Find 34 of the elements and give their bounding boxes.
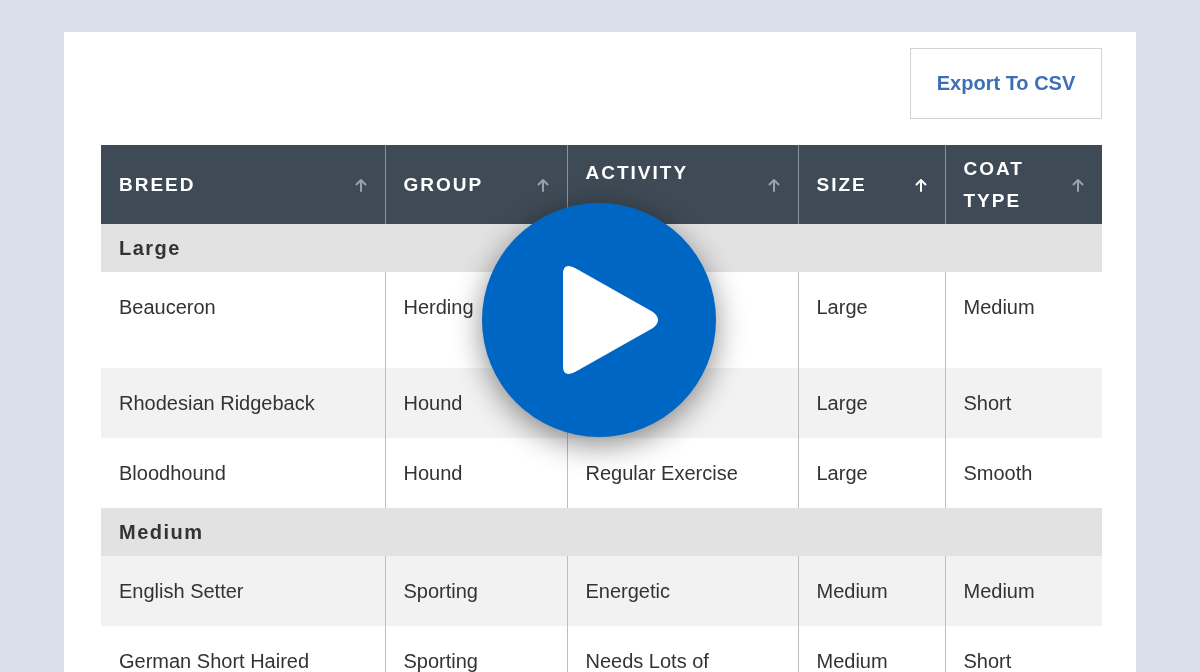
table-cell: Hound (385, 438, 567, 508)
column-header[interactable]: GROUP (385, 145, 567, 224)
table-cell: Medium (798, 556, 945, 626)
table-cell: Medium (945, 272, 1102, 368)
table-cell: Large (798, 438, 945, 508)
table-cell: Rhodesian Ridgeback (101, 368, 385, 438)
group-label: Large (119, 236, 181, 259)
table-cell: Regular Exercise (567, 438, 798, 508)
column-label: COAT TYPE (963, 156, 1025, 213)
column-header[interactable]: SIZE (798, 145, 945, 224)
table-cell: German Short Haired (101, 626, 385, 672)
column-label: SIZE (816, 172, 867, 197)
column-header[interactable]: COAT TYPE (945, 145, 1102, 224)
group-label: Medium (119, 520, 204, 543)
column-header[interactable]: ACTIVITY (567, 145, 798, 224)
table-cell: Short (945, 626, 1102, 672)
table-cell: Bloodhound (101, 438, 385, 508)
table-cell: Medium (798, 626, 945, 672)
table-cell: Beauceron (101, 272, 385, 368)
table-cell: Short (945, 368, 1102, 438)
table-cell: Medium (945, 556, 1102, 626)
export-csv-button[interactable]: Export To CSV (910, 48, 1102, 119)
table-cell: Energetic (567, 556, 798, 626)
table-cell: Large (798, 368, 945, 438)
column-label: GROUP (403, 172, 484, 197)
table-cell: English Setter (101, 556, 385, 626)
table-cell: Sporting (385, 556, 567, 626)
table-cell: Smooth (945, 438, 1102, 508)
column-header[interactable]: BREED (101, 145, 385, 224)
table-cell: Needs Lots of (567, 626, 798, 672)
column-label: ACTIVITY (585, 160, 689, 185)
table-cell: Sporting (385, 626, 567, 672)
table-cell: Large (798, 272, 945, 368)
column-label: BREED (119, 172, 196, 197)
